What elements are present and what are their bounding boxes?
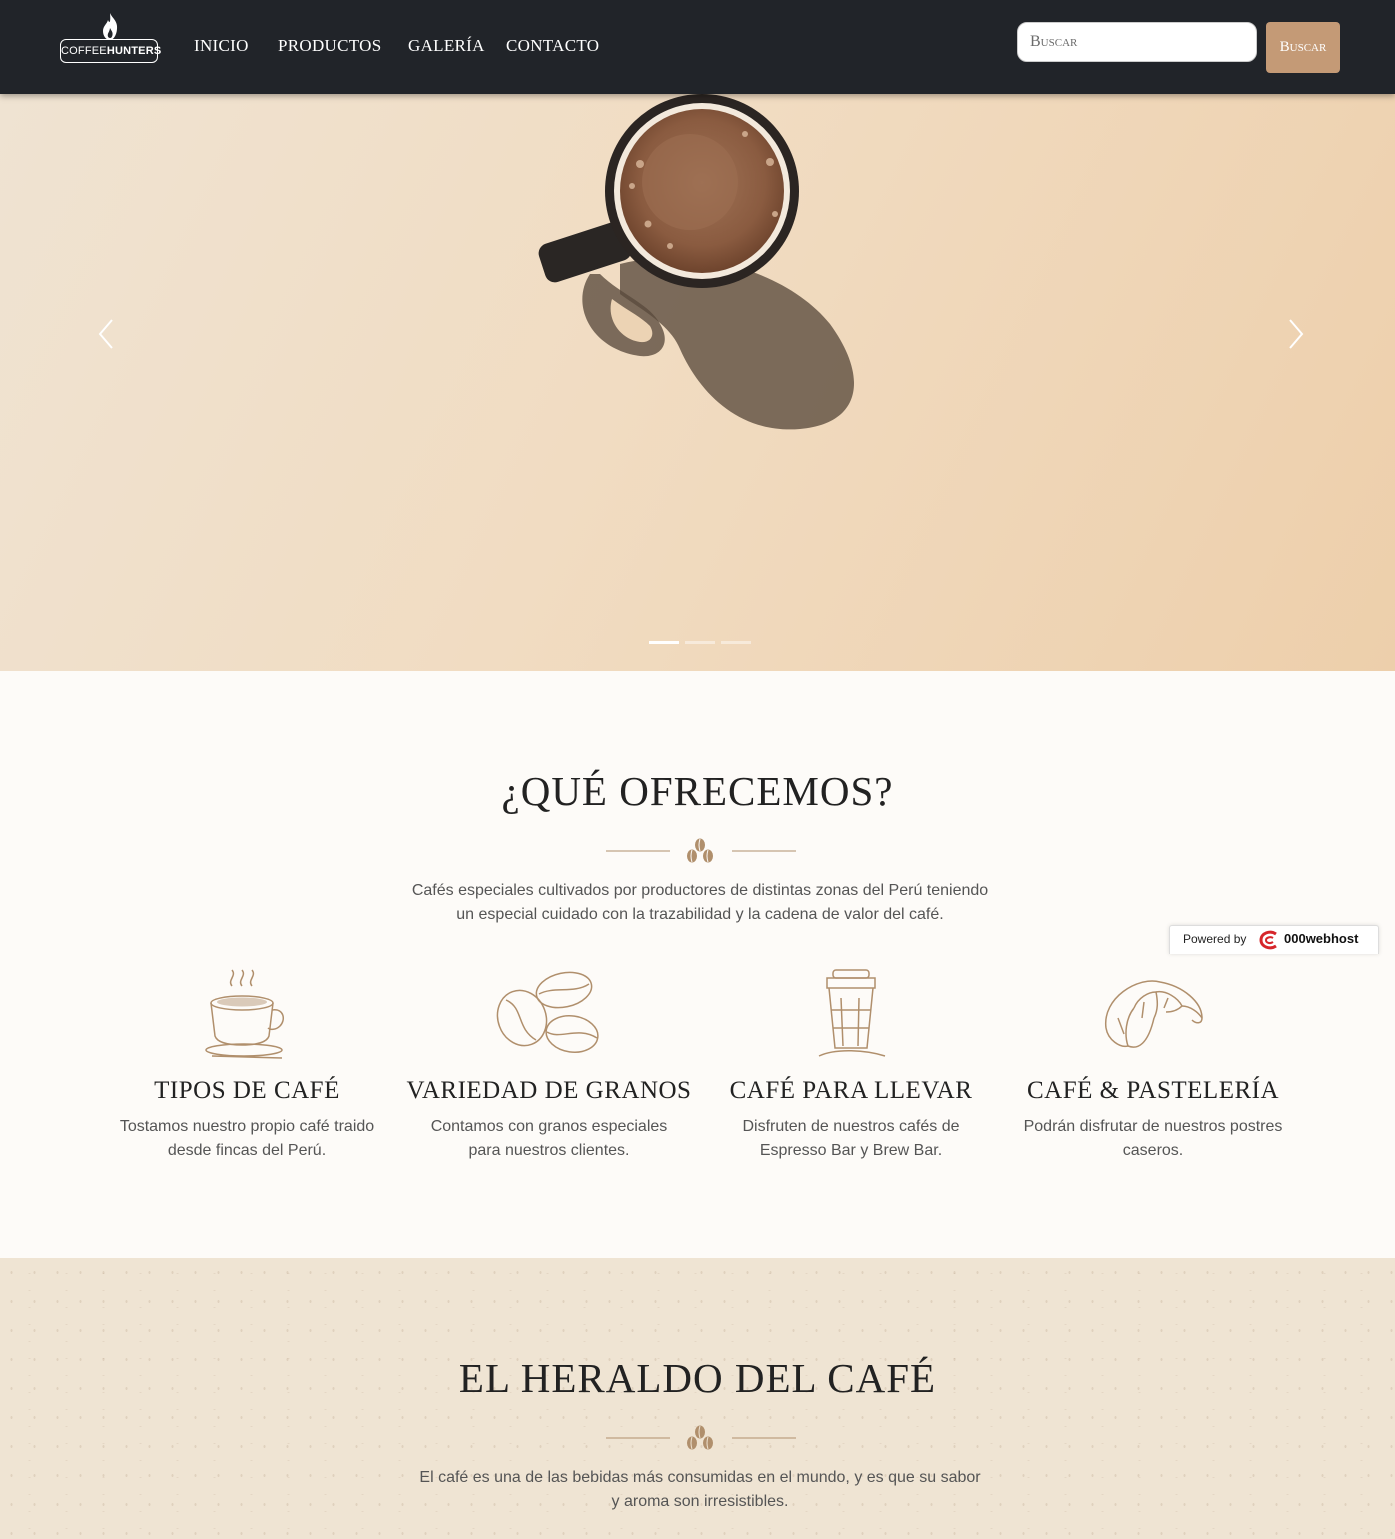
nav-link-inicio[interactable]: INICIO <box>194 36 249 56</box>
navbar: COFFEEHUNTERS INICIO PRODUCTOS GALERÍA C… <box>0 0 1395 94</box>
intro-line-1: El café es una de las bebidas más consum… <box>419 1469 981 1486</box>
section-intro: Cafés especiales cultivados por producto… <box>390 879 1010 927</box>
feature-title: VARIEDAD DE GRANOS <box>406 1077 692 1104</box>
nav-link-galeria[interactable]: GALERÍA <box>408 36 485 56</box>
feature-line-2: desde fincas del Perú. <box>167 1142 327 1159</box>
feature-line-2: caseros. <box>1122 1142 1184 1159</box>
search-button[interactable]: Buscar <box>1266 22 1340 73</box>
section-intro: El café es una de las bebidas más consum… <box>390 1466 1010 1514</box>
feature-title: TIPOS DE CAFÉ <box>154 1077 340 1104</box>
offer-section: ¿QUÉ OFRECEMOS? Cafés especiales cultiva… <box>0 671 1395 1258</box>
feature-description: Contamos con granos especiales para nues… <box>399 1115 699 1163</box>
carousel-indicator-3[interactable] <box>721 641 751 644</box>
feature-cafe-pasteleria: CAFÉ & PASTELERÍA Podrán disfrutar de nu… <box>1003 968 1303 1163</box>
coffee-bean-divider-icon <box>606 838 796 863</box>
section-title: ¿QUÉ OFRECEMOS? <box>501 768 894 814</box>
heraldo-section: EL HERALDO DEL CAFÉ El café es una de la… <box>0 1258 1395 1539</box>
takeaway-cup-icon <box>818 969 886 1057</box>
nav-link-contacto[interactable]: CONTACTO <box>506 36 599 56</box>
feature-tipos-de-cafe: TIPOS DE CAFÉ Tostamos nuestro propio ca… <box>97 968 397 1163</box>
feature-description: Disfruten de nuestros cafés de Espresso … <box>701 1115 1001 1163</box>
coffee-cup-icon <box>205 969 285 1059</box>
section-title: EL HERALDO DEL CAFÉ <box>458 1355 937 1401</box>
croissant-icon <box>1105 980 1203 1048</box>
feature-line-2: para nuestros clientes. <box>468 1142 630 1159</box>
feature-line-1: Tostamos nuestro propio café traido <box>119 1118 375 1135</box>
logo-text-light: COFFEE <box>61 45 107 57</box>
feature-description: Tostamos nuestro propio café traido desd… <box>97 1115 397 1163</box>
intro-line-2: y aroma son irresistibles. <box>611 1493 789 1510</box>
nav-link-productos[interactable]: PRODUCTOS <box>278 36 381 56</box>
intro-line-2: un especial cuidado con la trazabilidad … <box>456 906 944 923</box>
feature-line-1: Podrán disfrutar de nuestros postres <box>1023 1118 1283 1135</box>
feature-line-1: Contamos con granos especiales <box>430 1118 668 1135</box>
brand-logo[interactable]: COFFEEHUNTERS <box>60 12 161 66</box>
feature-title: CAFÉ & PASTELERÍA <box>1026 1077 1280 1104</box>
chevron-left-icon[interactable] <box>92 314 122 354</box>
powered-by-badge[interactable]: Powered by 000webhost <box>1169 925 1379 954</box>
carousel-indicator-2[interactable] <box>685 641 715 644</box>
powered-by-brand: 000webhost <box>1284 931 1359 946</box>
feature-variedad-de-granos: VARIEDAD DE GRANOS Contamos con granos e… <box>399 968 699 1163</box>
feature-description: Podrán disfrutar de nuestros postres cas… <box>1003 1115 1303 1163</box>
webhost-logo-icon <box>1259 930 1277 950</box>
feature-line-1: Disfruten de nuestros cafés de <box>742 1118 960 1135</box>
powered-by-text: Powered by <box>1183 932 1247 946</box>
search-input[interactable] <box>1017 22 1257 62</box>
chevron-right-icon[interactable] <box>1280 314 1310 354</box>
logo-text-bold: HUNTERS <box>106 45 162 57</box>
coffee-mug-image <box>538 94 854 430</box>
flame-icon <box>103 13 118 40</box>
carousel-indicator-1[interactable] <box>649 641 679 644</box>
feature-line-2: Espresso Bar y Brew Bar. <box>759 1142 943 1159</box>
coffee-bean-divider-icon <box>606 1425 796 1450</box>
coffee-beans-icon <box>496 971 599 1053</box>
carousel-indicators <box>649 641 759 645</box>
hero-carousel <box>0 94 1395 671</box>
logo-wordmark: COFFEEHUNTERS <box>60 39 161 63</box>
intro-line-1: Cafés especiales cultivados por producto… <box>411 882 989 899</box>
feature-title: CAFÉ PARA LLEVAR <box>729 1077 973 1104</box>
feature-cafe-para-llevar: CAFÉ PARA LLEVAR Disfruten de nuestros c… <box>701 968 1001 1163</box>
